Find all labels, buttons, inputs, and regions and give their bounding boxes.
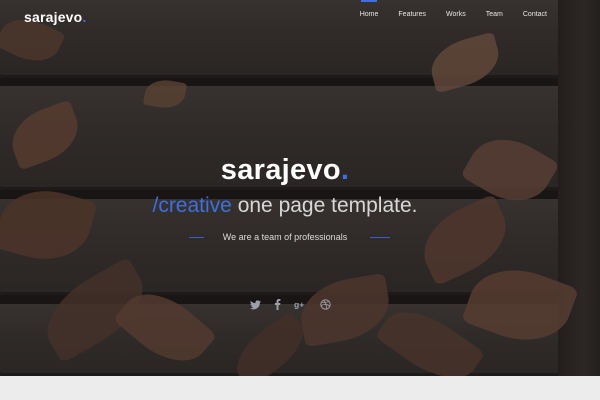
hero-subtitle-rest: one page template. (231, 194, 418, 217)
tagline-divider-right (370, 237, 390, 238)
hero-title-dot: . (340, 154, 350, 186)
nav-item-features[interactable]: Features (398, 11, 426, 18)
brand-dot: . (82, 9, 87, 25)
nav-item-works[interactable]: Works (446, 11, 466, 18)
brand-logo[interactable]: sarajevo. (24, 9, 87, 25)
nav-item-contact[interactable]: Contact (523, 11, 547, 18)
hero-title-text: sarajevo (220, 154, 341, 186)
google-plus-icon[interactable]: g+ (294, 299, 307, 313)
background-overlay (0, 0, 600, 376)
nav-item-team[interactable]: Team (486, 11, 503, 18)
hero-subtitle-accent: /creative (152, 194, 232, 217)
hero-title: sarajevo. (0, 154, 570, 187)
next-section-bar (0, 376, 600, 400)
nav-item-home[interactable]: Home (360, 0, 378, 18)
svg-text:g+: g+ (294, 300, 304, 310)
twitter-icon[interactable] (250, 299, 261, 313)
brand-name: sarajevo (24, 9, 83, 25)
facebook-icon[interactable] (274, 299, 281, 313)
hero-tagline: We are a team of professionals (222, 232, 348, 242)
main-nav: Home Features Works Team Contact (360, 0, 547, 18)
hero-subtitle: /creative one page template. (0, 194, 570, 218)
social-links: g+ (250, 299, 331, 313)
hero-section: sarajevo. Home Features Works Team Conta… (0, 0, 600, 376)
dribbble-icon[interactable] (320, 299, 331, 313)
